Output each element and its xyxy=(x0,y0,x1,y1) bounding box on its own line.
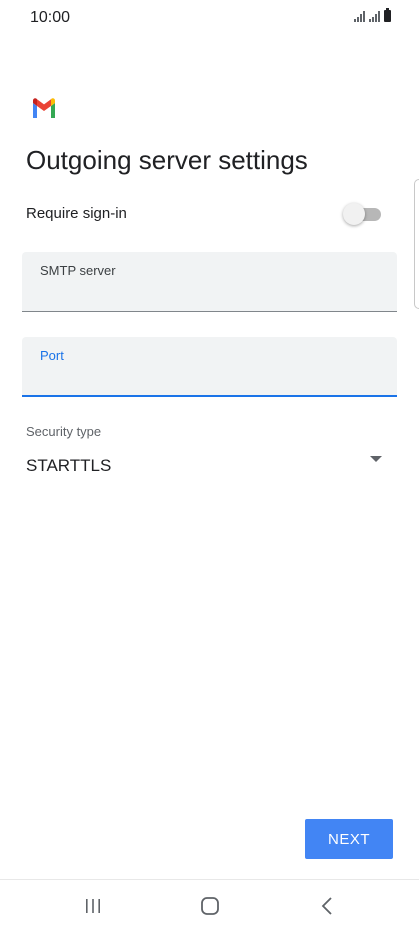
navigation-bar xyxy=(0,879,419,931)
back-button[interactable] xyxy=(307,892,347,920)
scroll-indicator xyxy=(414,179,419,309)
require-signin-toggle[interactable] xyxy=(343,203,383,225)
status-icons xyxy=(354,8,391,22)
status-time: 10:00 xyxy=(30,9,71,26)
back-icon xyxy=(321,897,332,915)
toggle-knob xyxy=(343,203,365,225)
cell-signal-icon xyxy=(369,10,380,22)
require-signin-label: Require sign-in xyxy=(26,205,127,222)
port-field[interactable]: Port xyxy=(22,337,397,397)
home-icon xyxy=(201,897,219,915)
smtp-server-label: SMTP server xyxy=(40,263,116,278)
next-button[interactable]: NEXT xyxy=(305,819,393,859)
battery-icon xyxy=(384,8,391,22)
status-bar: 10:00 xyxy=(0,0,419,36)
recent-apps-icon xyxy=(86,899,100,913)
dropdown-arrow-icon xyxy=(370,456,382,462)
port-input[interactable] xyxy=(40,367,380,389)
security-type-dropdown[interactable]: STARTTLS xyxy=(0,446,419,482)
recent-apps-button[interactable] xyxy=(73,892,113,920)
security-type-section: Security type STARTTLS xyxy=(0,420,419,480)
home-button[interactable] xyxy=(190,892,230,920)
wifi-signal-icon xyxy=(354,10,365,22)
gmail-logo-icon xyxy=(33,98,55,118)
port-label: Port xyxy=(40,348,64,363)
smtp-server-input[interactable] xyxy=(40,282,380,304)
security-type-label: Security type xyxy=(26,424,102,439)
security-type-value: STARTTLS xyxy=(26,456,112,475)
require-signin-row[interactable]: Require sign-in xyxy=(0,196,419,232)
page-title: Outgoing server settings xyxy=(26,145,308,175)
smtp-server-field[interactable]: SMTP server xyxy=(22,252,397,312)
